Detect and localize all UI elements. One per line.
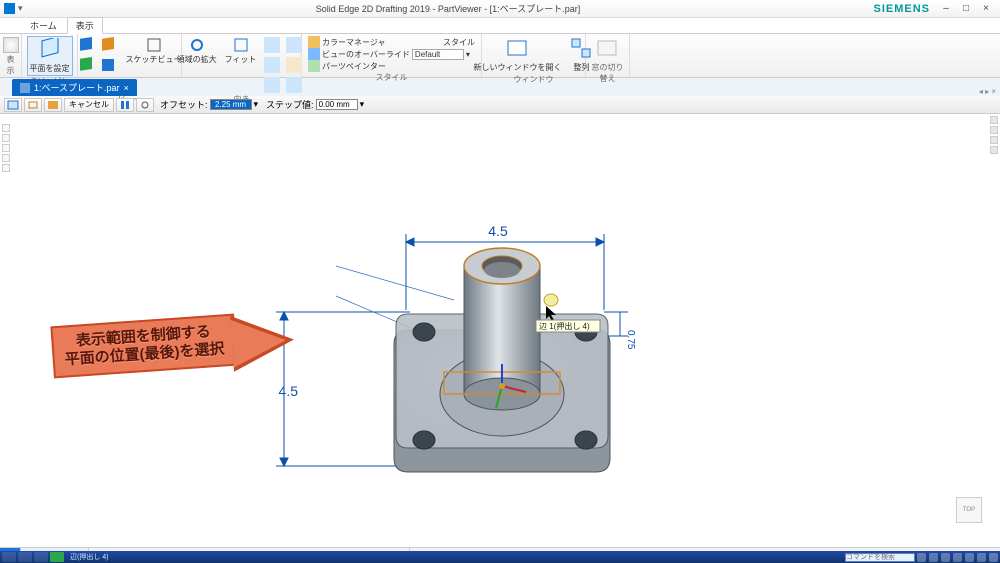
dim-top: 4.5 — [488, 223, 508, 239]
dim-left: 4.5 — [279, 383, 299, 399]
document-tab[interactable]: 1:ベースプレート.par × — [12, 79, 137, 96]
orient-btn1[interactable] — [262, 36, 282, 54]
tb-app2[interactable] — [34, 552, 48, 562]
opt-btn2[interactable] — [24, 98, 42, 112]
viewport[interactable]: 4.5 4.5 0.75 — [0, 114, 1000, 547]
style-default-dropdown[interactable]: Default — [412, 49, 464, 60]
document-icon — [20, 83, 30, 93]
group-style: カラーマネージャ スタイル ビューのオーバーライド Default▾ パーツペイ… — [302, 34, 482, 77]
document-tab-label: 1:ベースプレート.par — [34, 81, 120, 94]
system-tray[interactable] — [917, 553, 998, 562]
command-option-bar: キャンセル オフセット: 2.25 mm ▾ ステップ値: 0.00 mm ▾ — [0, 96, 1000, 114]
view-overrides-label[interactable]: ビューのオーバーライド — [322, 49, 410, 60]
opt-btn5[interactable] — [136, 98, 154, 112]
app-icon — [4, 3, 15, 14]
close-button[interactable]: × — [976, 3, 996, 14]
opt-btn1[interactable] — [4, 98, 22, 112]
dropdown-chevron-icon[interactable]: ▾ — [466, 50, 470, 59]
group-clipping: 平面を設定 クリッピング — [22, 34, 78, 77]
view-cube[interactable]: TOP — [956, 497, 982, 523]
offset-label: オフセット: — [160, 98, 208, 111]
group-switch: 窓の切り替え — [586, 34, 630, 77]
tab-close-icon[interactable]: × — [124, 83, 129, 93]
tab-home[interactable]: ホーム — [22, 18, 65, 33]
orient-btn3[interactable] — [262, 56, 282, 74]
style-icon[interactable] — [429, 36, 441, 48]
dim-right: 0.75 — [625, 330, 636, 350]
offset-dropdown-icon[interactable]: ▾ — [254, 99, 259, 110]
view-cube4-button[interactable] — [98, 56, 118, 74]
doc-controls[interactable]: ◂ ▸ × — [979, 87, 1000, 96]
tb-app1[interactable] — [18, 552, 32, 562]
cancel-button[interactable]: キャンセル — [64, 98, 114, 112]
window-switch-button[interactable] — [594, 36, 622, 62]
maximize-button[interactable]: □ — [956, 3, 976, 14]
style-label[interactable]: スタイル — [443, 37, 475, 48]
group-label-style: スタイル — [308, 72, 475, 83]
ribbon-tab-strip: ホーム 表示 — [0, 18, 1000, 34]
group-window: 新しいウィンドウを開く 整列 ウィンドウ — [482, 34, 586, 77]
view-cube1-button[interactable] — [76, 36, 96, 54]
group-orientation: 領域の拡大 フィット 向き — [182, 34, 302, 77]
step-field[interactable]: 0.00 mm — [316, 99, 358, 110]
group-label-display: 表示 — [4, 54, 17, 76]
fit-button[interactable]: フィット — [223, 36, 259, 94]
group-view: スケッチビュー ビュー — [78, 34, 182, 77]
cursor-tooltip: 辺 1(押出し 4) — [539, 321, 590, 331]
orient-btn6[interactable] — [284, 76, 304, 94]
group-label-window: ウィンドウ — [514, 74, 554, 85]
display-button[interactable] — [1, 36, 21, 54]
title-bar: ▾ Solid Edge 2D Drafting 2019 - PartView… — [0, 0, 1000, 18]
group-label-switch: 窓の切り替え — [590, 62, 625, 84]
tb-start[interactable] — [2, 552, 16, 562]
plane-set-label: 平面を設定 — [30, 63, 70, 74]
brand-label: SIEMENS — [873, 3, 930, 15]
color-manager-label[interactable]: カラーマネージャ — [322, 37, 385, 48]
opt-btn4[interactable] — [116, 98, 134, 112]
offset-field[interactable]: 2.25 mm — [210, 99, 252, 110]
group-display: 表示 — [0, 34, 22, 77]
step-label: ステップ値: — [266, 98, 314, 111]
view-cube3-button[interactable] — [76, 56, 96, 74]
windows-taskbar[interactable]: 辺(押出し 4) — [0, 551, 1000, 563]
tb-app3[interactable] — [50, 552, 64, 562]
plane-set-button[interactable]: 平面を設定 — [27, 36, 73, 76]
opt-btn3[interactable] — [44, 98, 62, 112]
command-search-input[interactable] — [845, 553, 915, 562]
minimize-button[interactable]: ‒ — [936, 3, 956, 14]
window-title: Solid Edge 2D Drafting 2019 - PartViewer… — [23, 2, 874, 15]
tb-cursor-info: 辺(押出し 4) — [70, 552, 109, 562]
view-cube2-button[interactable] — [98, 36, 118, 54]
orient-btn5[interactable] — [262, 76, 282, 94]
ribbon: 表示 平面を設定 クリッピング スケッチビュー ビュー 領域の拡大 — [0, 34, 1000, 78]
plane-icon — [38, 38, 62, 62]
zoom-area-button[interactable]: 領域の拡大 — [175, 36, 219, 94]
step-dropdown-icon[interactable]: ▾ — [360, 99, 365, 110]
parts-painter-label[interactable]: パーツペインター — [322, 61, 386, 72]
new-window-button[interactable]: 新しいウィンドウを開く — [472, 36, 564, 74]
tab-view[interactable]: 表示 — [67, 17, 103, 34]
